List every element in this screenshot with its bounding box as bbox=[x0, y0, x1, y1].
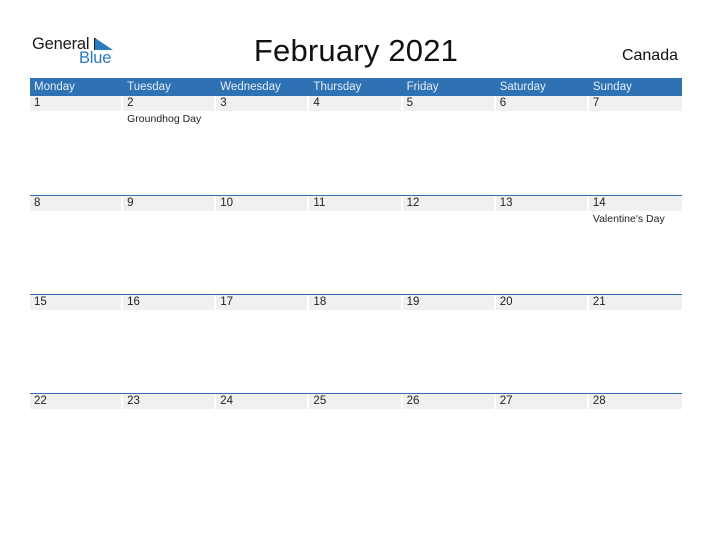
day-cell: 23 bbox=[123, 394, 216, 492]
day-cell: 2 Groundhog Day bbox=[123, 96, 216, 195]
day-cell: 5 bbox=[402, 96, 496, 195]
day-cell: 12 bbox=[402, 196, 496, 294]
day-cell: 6 bbox=[495, 96, 589, 195]
day-cell: 22 bbox=[30, 394, 123, 492]
day-cell: 17 bbox=[216, 295, 309, 393]
day-cell: 10 bbox=[216, 196, 309, 294]
day-number: 5 bbox=[402, 96, 494, 111]
country-label: Canada bbox=[621, 47, 678, 64]
day-number: 19 bbox=[402, 295, 494, 310]
day-cell: 13 bbox=[495, 196, 589, 294]
holiday-label: Groundhog Day bbox=[127, 113, 202, 125]
week-row: 1 2 Groundhog Day 3 4 5 6 7 bbox=[30, 96, 682, 195]
day-number: 3 bbox=[216, 96, 308, 111]
day-cell: 18 bbox=[309, 295, 402, 393]
day-number: 20 bbox=[495, 295, 587, 310]
day-number: 11 bbox=[309, 196, 401, 211]
day-number: 27 bbox=[495, 394, 587, 409]
day-cell: 26 bbox=[402, 394, 496, 492]
weekday-thursday: Thursday bbox=[313, 81, 362, 93]
day-cell: 21 bbox=[588, 295, 682, 393]
day-number: 6 bbox=[495, 96, 587, 111]
day-cell: 19 bbox=[402, 295, 496, 393]
day-number: 18 bbox=[309, 295, 401, 310]
day-number: 7 bbox=[588, 96, 682, 111]
calendar-title: February 2021 bbox=[253, 33, 459, 68]
weekday-saturday: Saturday bbox=[499, 81, 546, 93]
day-number: 2 bbox=[123, 96, 215, 111]
day-cell: 11 bbox=[309, 196, 402, 294]
day-number: 25 bbox=[309, 394, 401, 409]
day-number: 17 bbox=[216, 295, 308, 310]
weekday-sunday: Sunday bbox=[592, 81, 632, 93]
weekday-monday: Monday bbox=[34, 81, 75, 93]
day-cell: 9 bbox=[123, 196, 216, 294]
day-number: 26 bbox=[402, 394, 494, 409]
day-number: 1 bbox=[30, 96, 122, 111]
day-cell: 20 bbox=[495, 295, 589, 393]
week-row: 22 23 24 25 26 27 28 bbox=[30, 393, 682, 492]
day-cell: 7 bbox=[588, 96, 682, 195]
weekday-tuesday: Tuesday bbox=[127, 81, 171, 93]
day-number: 12 bbox=[402, 196, 494, 211]
day-number: 16 bbox=[123, 295, 215, 310]
day-cell: 8 bbox=[30, 196, 123, 294]
week-days: 8 9 10 11 12 13 14 Valentine's Day bbox=[30, 196, 682, 294]
week-days: 22 23 24 25 26 27 28 bbox=[30, 394, 682, 492]
day-number: 4 bbox=[309, 96, 401, 111]
day-cell: 4 bbox=[309, 96, 402, 195]
day-number: 14 bbox=[588, 196, 682, 211]
weekday-header: Monday Tuesday Wednesday Thursday Friday… bbox=[30, 78, 682, 96]
week-row: 15 16 17 18 19 20 21 bbox=[30, 294, 682, 393]
day-cell: 15 bbox=[30, 295, 123, 393]
day-cell: 28 bbox=[588, 394, 682, 492]
week-days: 15 16 17 18 19 20 21 bbox=[30, 295, 682, 393]
day-number: 24 bbox=[216, 394, 308, 409]
day-cell: 3 bbox=[216, 96, 309, 195]
day-number: 22 bbox=[30, 394, 122, 409]
day-cell: 25 bbox=[309, 394, 402, 492]
month-calendar: Monday Tuesday Wednesday Thursday Friday… bbox=[30, 78, 682, 492]
day-cell: 14 Valentine's Day bbox=[588, 196, 682, 294]
day-number: 10 bbox=[216, 196, 308, 211]
weeks-container: 1 2 Groundhog Day 3 4 5 6 7 8 9 10 11 12 13 14 Valentin… bbox=[30, 96, 682, 492]
day-number: 15 bbox=[30, 295, 122, 310]
day-cell: 16 bbox=[123, 295, 216, 393]
day-cell: 24 bbox=[216, 394, 309, 492]
week-row: 8 9 10 11 12 13 14 Valentine's Day bbox=[30, 195, 682, 294]
holiday-label: Valentine's Day bbox=[592, 213, 665, 225]
day-number: 8 bbox=[30, 196, 122, 211]
week-days: 1 2 Groundhog Day 3 4 5 6 7 bbox=[30, 96, 682, 195]
day-number: 23 bbox=[123, 394, 215, 409]
weekday-friday: Friday bbox=[406, 81, 439, 93]
day-cell: 1 bbox=[30, 96, 123, 195]
day-number: 28 bbox=[588, 394, 682, 409]
day-number: 13 bbox=[495, 196, 587, 211]
day-number: 9 bbox=[123, 196, 215, 211]
day-cell: 27 bbox=[495, 394, 589, 492]
weekday-wednesday: Wednesday bbox=[220, 81, 281, 93]
day-number: 21 bbox=[588, 295, 682, 310]
